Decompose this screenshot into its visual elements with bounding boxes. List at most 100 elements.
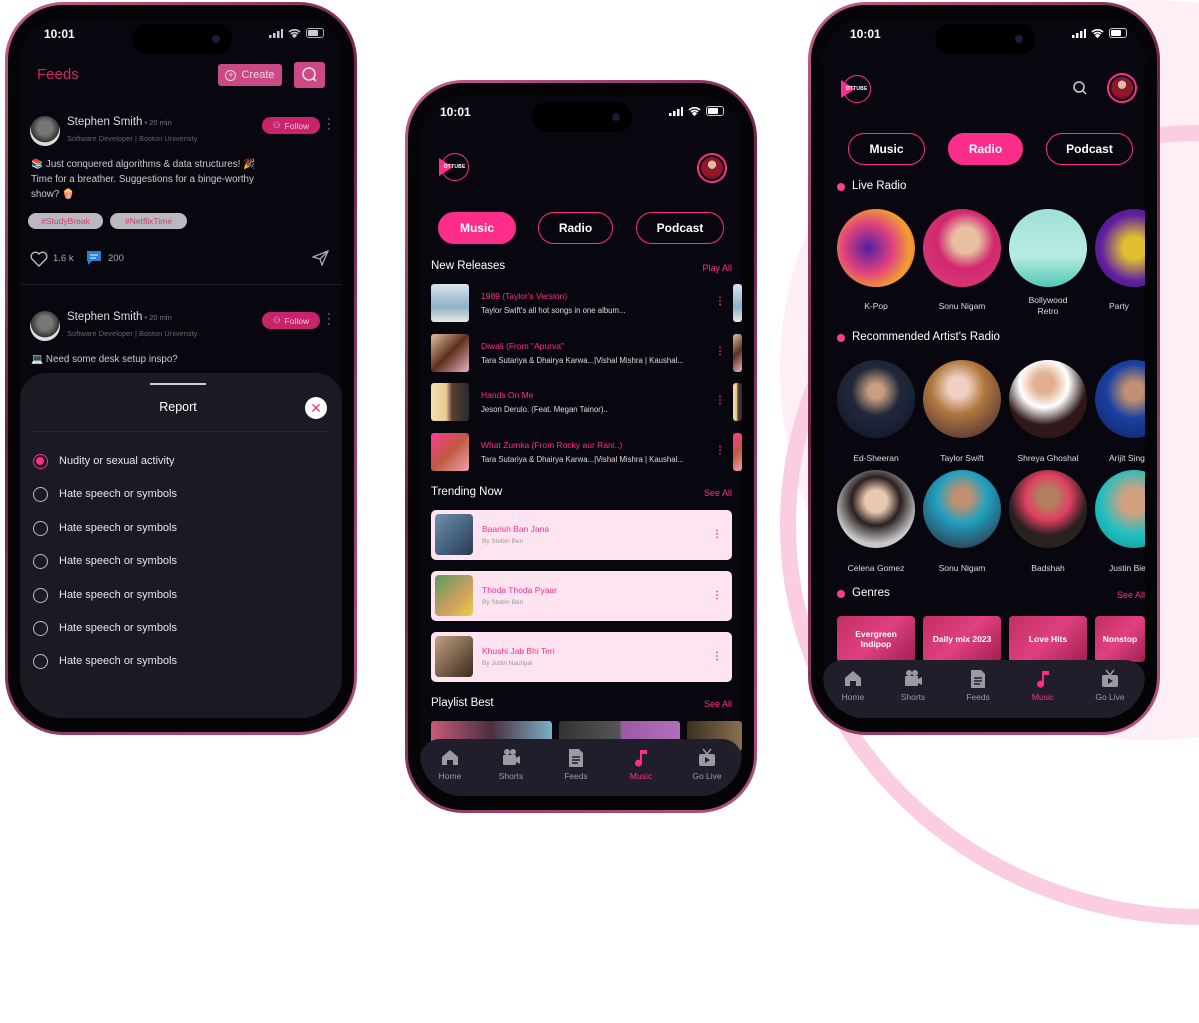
radio-button[interactable] xyxy=(33,587,48,603)
genre-label: Love Hits xyxy=(1028,634,1068,644)
artist-radio[interactable] xyxy=(1009,470,1087,548)
author-avatar[interactable] xyxy=(30,116,60,146)
nav-shorts[interactable]: Shorts xyxy=(481,747,541,781)
trending-card[interactable]: Thoda Thoda Pyaar By Stebin Ben ⋮ xyxy=(431,571,732,621)
author-subtitle: Software Developer | Boston University xyxy=(67,329,198,338)
close-button[interactable]: ✕ xyxy=(305,397,327,419)
author-name[interactable]: Stephen Smith xyxy=(67,116,142,128)
artist-radio[interactable] xyxy=(923,360,1001,438)
tab-podcast[interactable]: Podcast xyxy=(636,212,724,244)
more-options-icon[interactable]: ⋮ xyxy=(712,591,722,601)
trending-card[interactable]: Baarish Ban Jana By Stebin Ben ⋮ xyxy=(431,510,732,560)
live-radio-station[interactable] xyxy=(1095,209,1145,287)
heart-icon[interactable] xyxy=(30,251,48,267)
artist-radio[interactable] xyxy=(1009,360,1087,438)
nav-go-live[interactable]: Go Live xyxy=(1080,668,1140,702)
nav-shorts[interactable]: Shorts xyxy=(883,668,943,702)
artist-radio[interactable] xyxy=(837,470,915,548)
genre-tile[interactable]: Nonstop xyxy=(1095,616,1145,662)
nav-home[interactable]: Home xyxy=(823,668,883,702)
more-options-icon[interactable]: ⋮ xyxy=(715,346,725,357)
radio-button[interactable] xyxy=(33,621,48,636)
phone-radio: 10:01 DTTUBE Music Radio Podcast Live Radi… xyxy=(808,2,1160,735)
search-icon[interactable] xyxy=(1072,80,1088,96)
follow-button[interactable]: ⚇ Follow xyxy=(262,312,320,329)
artist-radio[interactable] xyxy=(1095,470,1145,548)
tab-podcast[interactable]: Podcast xyxy=(1046,133,1133,165)
app-logo[interactable]: DTTUBE xyxy=(439,153,469,181)
more-options-icon[interactable]: · · · xyxy=(326,114,332,135)
nav-music[interactable]: Music xyxy=(1013,668,1073,702)
more-options-icon[interactable]: ⋮ xyxy=(712,530,722,540)
nav-feeds[interactable]: Feeds xyxy=(546,747,606,781)
profile-avatar[interactable] xyxy=(697,153,727,183)
bullet-dot xyxy=(837,334,845,342)
comment-icon[interactable] xyxy=(86,250,102,266)
more-options-icon[interactable]: ⋮ xyxy=(715,396,725,406)
wifi-icon xyxy=(288,29,301,38)
post-divider xyxy=(20,284,342,285)
genre-tile[interactable]: Daily mix 2023 xyxy=(923,616,1001,662)
tab-music[interactable]: Music xyxy=(438,212,516,244)
hashtag-chip[interactable]: #NetflixTime xyxy=(110,213,187,229)
station-label: Bollywood Retro xyxy=(1028,295,1068,316)
radio-button[interactable] xyxy=(33,520,48,536)
radio-button[interactable] xyxy=(33,454,48,469)
battery-icon xyxy=(306,28,324,38)
nav-label: Shorts xyxy=(498,771,524,781)
app-logo[interactable]: DTTUBE xyxy=(841,75,871,103)
radio-button[interactable] xyxy=(33,654,48,670)
artist-label: Taylor Swift xyxy=(940,453,984,463)
artist-radio[interactable] xyxy=(1095,360,1145,438)
live-radio-station[interactable] xyxy=(923,209,1001,287)
author-avatar[interactable] xyxy=(30,311,60,341)
live-radio-station[interactable] xyxy=(1009,209,1087,287)
nav-feeds[interactable]: Feeds xyxy=(948,668,1008,702)
close-icon: ✕ xyxy=(310,400,322,416)
like-count: 1.6 k xyxy=(53,253,74,264)
station-label: Sonu Nigam xyxy=(938,301,986,311)
battery-icon xyxy=(706,106,724,116)
report-bottom-sheet: Report ✕ Nudity or sexual activity Hate … xyxy=(20,373,342,718)
music-screen: 10:01 DTTUBE Music Radio Podcast New Relea… xyxy=(420,96,742,796)
playlist-see-all-link[interactable]: See All xyxy=(704,699,732,709)
tab-radio[interactable]: Radio xyxy=(538,212,613,244)
author-name[interactable]: Stephen Smith xyxy=(67,311,142,323)
hashtag-chip[interactable]: #StudyBreak xyxy=(28,213,103,229)
post-time: 20 min xyxy=(149,118,172,127)
more-options-icon[interactable]: ⋮ xyxy=(715,297,725,307)
song-title: Baarish Ban Jana xyxy=(482,524,550,534)
follow-button[interactable]: ⚇ Follow xyxy=(262,117,320,134)
bottom-nav: Home Shorts Feeds Music Go Live xyxy=(420,739,742,796)
genre-tile[interactable]: Love Hits xyxy=(1009,616,1087,662)
more-options-icon[interactable]: ⋮ xyxy=(715,445,725,456)
nav-music[interactable]: Music xyxy=(611,747,671,781)
tab-radio[interactable]: Radio xyxy=(948,133,1023,165)
play-all-link[interactable]: Play All xyxy=(702,263,732,273)
dynamic-island xyxy=(935,24,1035,54)
radio-button[interactable] xyxy=(33,487,48,503)
share-send-icon[interactable] xyxy=(312,250,329,266)
radio-button[interactable] xyxy=(33,554,48,570)
trending-see-all-link[interactable]: See All xyxy=(704,488,732,498)
post-text: 💻 Need some desk setup inspo? xyxy=(31,354,178,365)
artist-radio[interactable] xyxy=(837,360,915,438)
profile-avatar[interactable] xyxy=(1107,73,1137,103)
nav-home[interactable]: Home xyxy=(420,747,480,781)
song-art xyxy=(435,636,473,677)
artist-label: Sonu Nigam xyxy=(938,563,986,573)
nav-go-live[interactable]: Go Live xyxy=(677,747,737,781)
trending-card[interactable]: Khushi Jab Bhi Teri By Jubin Nautiyal ⋮ xyxy=(431,632,732,682)
live-radio-station[interactable] xyxy=(837,209,915,287)
more-options-icon[interactable]: ⋮ xyxy=(712,652,722,662)
follow-label: Follow xyxy=(284,120,310,131)
bullet-dot xyxy=(837,590,845,598)
artist-radio[interactable] xyxy=(923,470,1001,548)
genre-tile[interactable]: Evergreen Indipop xyxy=(837,616,915,662)
search-button[interactable] xyxy=(294,62,325,88)
more-options-icon[interactable]: · · · xyxy=(326,309,332,330)
tab-music[interactable]: Music xyxy=(848,133,925,165)
genres-see-all-link[interactable]: See All xyxy=(1117,590,1145,600)
create-button[interactable]: + Create xyxy=(218,64,282,86)
sheet-handle[interactable] xyxy=(150,383,206,385)
